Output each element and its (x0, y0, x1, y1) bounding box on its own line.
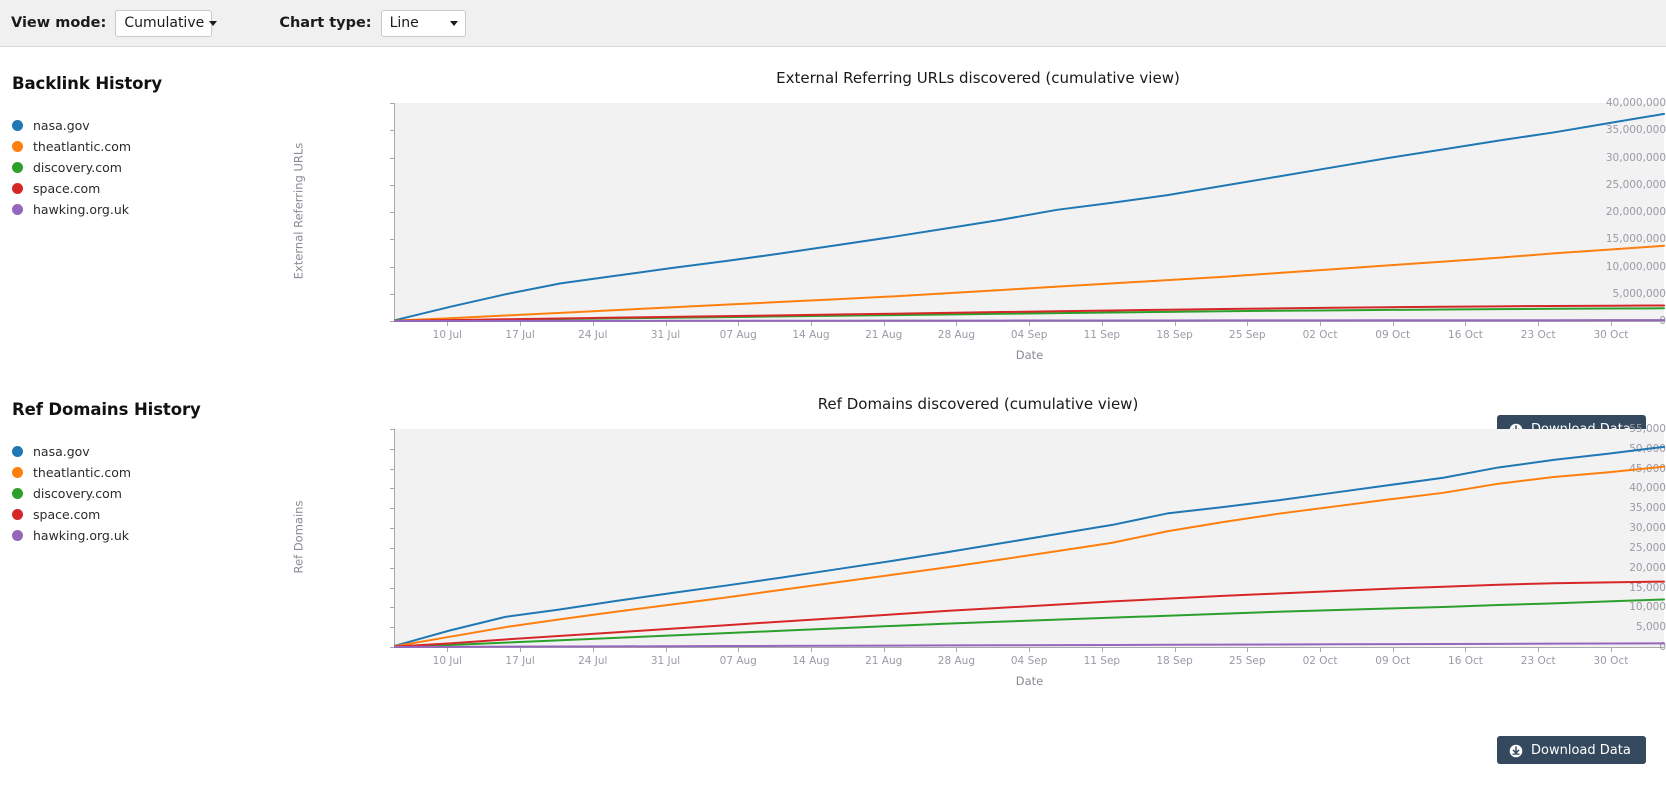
download-icon (1509, 743, 1523, 757)
chart-type-label: Chart type: (279, 15, 371, 31)
chart-type-select[interactable]: Line (381, 10, 466, 37)
view-mode-value: Cumulative (124, 15, 204, 31)
series-lines (290, 99, 1666, 369)
legend-color-dot (12, 183, 23, 194)
legend-item[interactable]: discovery.com (12, 157, 131, 178)
legend-label: nasa.gov (33, 444, 90, 459)
chart-type-value: Line (390, 15, 419, 31)
legend-item[interactable]: hawking.org.uk (12, 199, 131, 220)
page-body: Backlink History nasa.gov theatlantic.co… (0, 47, 1666, 799)
legend-label: space.com (33, 507, 100, 522)
legend-item[interactable]: theatlantic.com (12, 136, 131, 157)
view-mode-select[interactable]: Cumulative (115, 10, 212, 37)
legend-color-dot (12, 467, 23, 478)
chevron-down-icon (450, 21, 458, 26)
legend-color-dot (12, 162, 23, 173)
legend-color-dot (12, 530, 23, 541)
legend-label: theatlantic.com (33, 465, 131, 480)
legend-color-dot (12, 141, 23, 152)
legend-color-dot (12, 488, 23, 499)
series-line-space-com (395, 582, 1664, 647)
section-heading-backlinks: Backlink History (12, 74, 162, 93)
legend-item[interactable]: nasa.gov (12, 441, 131, 462)
legend-label: discovery.com (33, 486, 122, 501)
legend-label: discovery.com (33, 160, 122, 175)
legend-label: nasa.gov (33, 118, 90, 133)
legend-item[interactable]: theatlantic.com (12, 462, 131, 483)
legend-item[interactable]: space.com (12, 504, 131, 525)
chart-title: Ref Domains discovered (cumulative view) (290, 395, 1666, 413)
series-line-hawking-org-uk (395, 320, 1664, 321)
legend-label: hawking.org.uk (33, 528, 129, 543)
top-toolbar: View mode: Cumulative Chart type: Line (0, 0, 1666, 47)
download-data-button-refdomains[interactable]: Download Data (1497, 736, 1646, 764)
legend-color-dot (12, 446, 23, 457)
legend-backlinks: nasa.gov theatlantic.com discovery.com s… (12, 115, 131, 220)
legend-color-dot (12, 120, 23, 131)
legend-item[interactable]: space.com (12, 178, 131, 199)
legend-label: theatlantic.com (33, 139, 131, 154)
legend-refdomains: nasa.gov theatlantic.com discovery.com s… (12, 441, 131, 546)
backlinks-chart: External Referring URLs discovered (cumu… (290, 69, 1666, 369)
series-line-hawking-org-uk (395, 643, 1664, 647)
legend-label: hawking.org.uk (33, 202, 129, 217)
chevron-down-icon (209, 21, 217, 26)
series-line-theatlantic-com (395, 467, 1664, 647)
legend-item[interactable]: discovery.com (12, 483, 131, 504)
legend-color-dot (12, 509, 23, 520)
series-lines (290, 425, 1666, 695)
download-data-label: Download Data (1531, 743, 1631, 758)
legend-label: space.com (33, 181, 100, 196)
refdomains-chart: Ref Domains discovered (cumulative view)… (290, 395, 1666, 695)
view-mode-label: View mode: (11, 15, 106, 31)
chart-title: External Referring URLs discovered (cumu… (290, 69, 1666, 87)
legend-item[interactable]: hawking.org.uk (12, 525, 131, 546)
section-heading-refdomains: Ref Domains History (12, 400, 201, 419)
legend-item[interactable]: nasa.gov (12, 115, 131, 136)
legend-color-dot (12, 204, 23, 215)
